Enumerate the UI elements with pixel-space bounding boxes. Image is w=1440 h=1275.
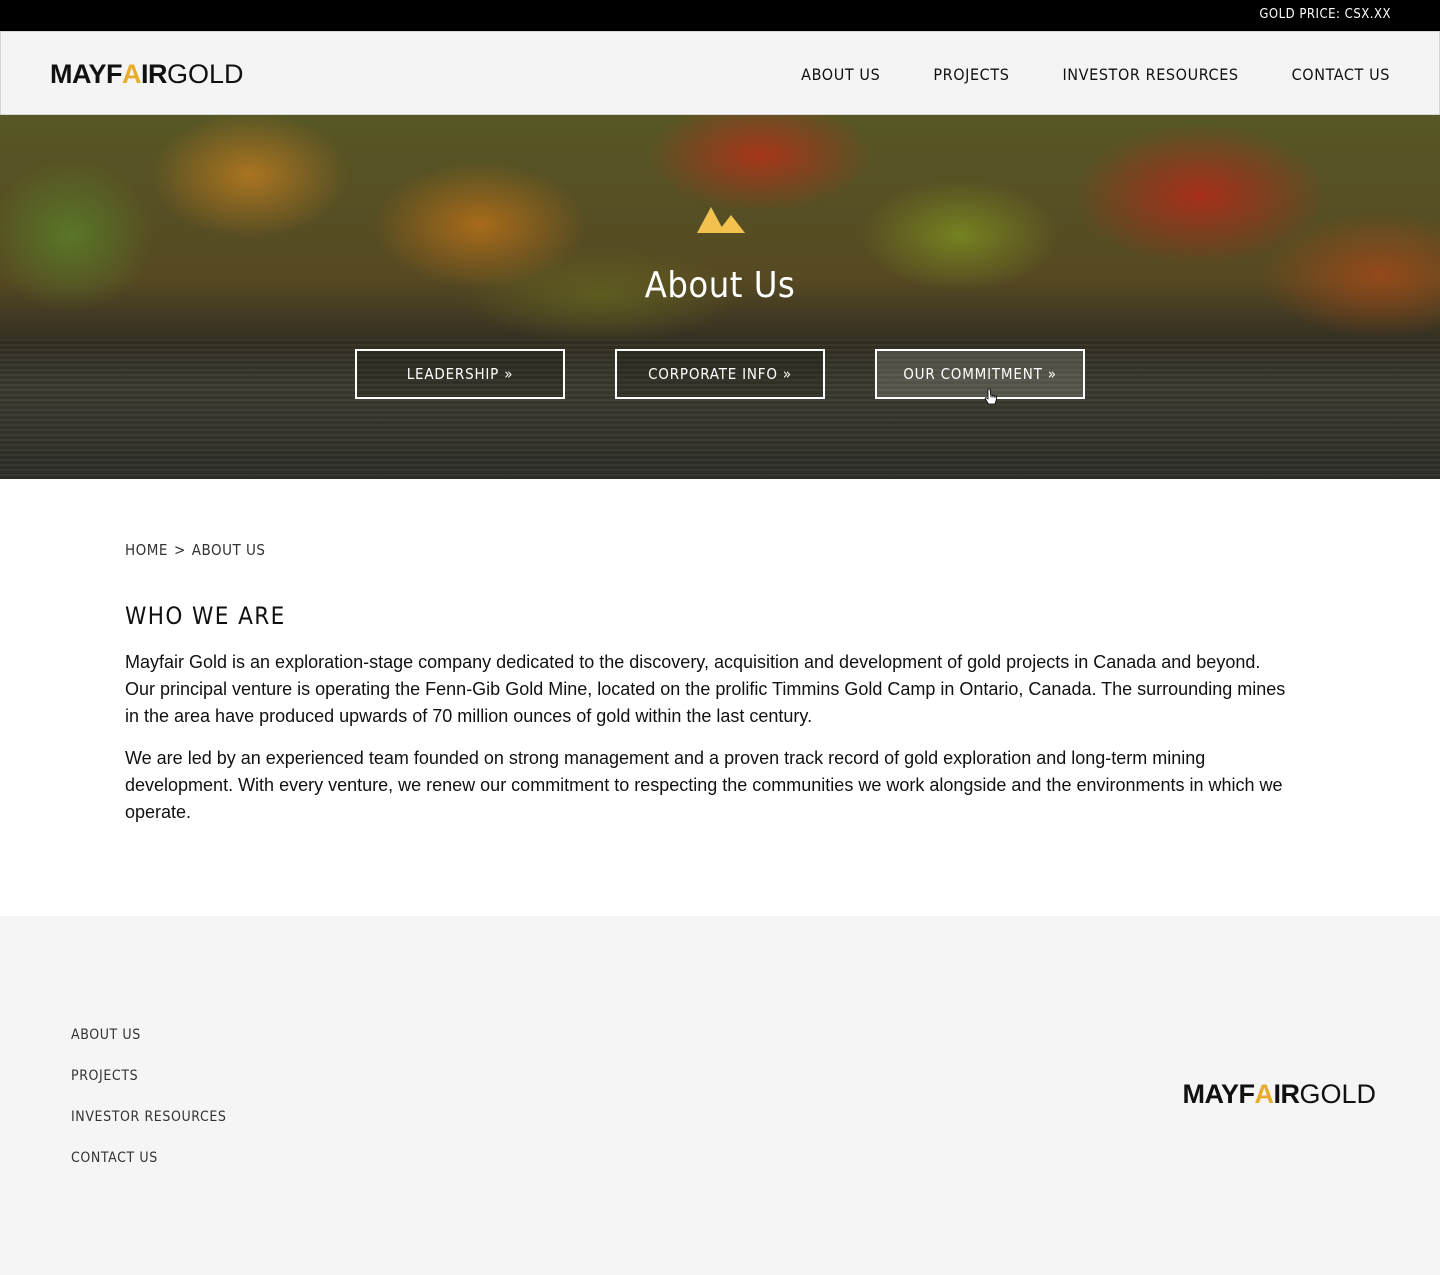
- footer-logo-text-accent: A: [1254, 1079, 1274, 1109]
- site-logo[interactable]: MAYF A IR GOLD: [50, 59, 244, 89]
- nav-projects[interactable]: PROJECTS: [933, 65, 1009, 84]
- logo-text-bold-end: IR: [141, 59, 168, 89]
- team-paragraph: We are led by an experienced team founde…: [125, 748, 1283, 822]
- footer-nav: ABOUT US PROJECTS INVESTOR RESOURCES CON…: [71, 1026, 227, 1167]
- nav-contact-us[interactable]: CONTACT US: [1292, 65, 1390, 84]
- nav-about-us[interactable]: ABOUT US: [801, 65, 880, 84]
- footer-nav-investor-resources[interactable]: INVESTOR RESOURCES: [71, 1108, 227, 1126]
- logo-text-bold: MAYF: [50, 59, 123, 89]
- who-we-are-heading: WHO WE ARE: [125, 602, 286, 630]
- pointer-cursor-icon: [984, 388, 997, 405]
- footer-logo-text-bold: MAYF: [1182, 1079, 1255, 1109]
- hero-banner: About Us LEADERSHIP » CORPORATE INFO » O…: [0, 115, 1440, 479]
- hero-title: About Us: [644, 265, 796, 306]
- breadcrumb-home[interactable]: HOME: [125, 541, 168, 559]
- breadcrumb: HOME > ABOUT US: [125, 541, 265, 559]
- our-commitment-button[interactable]: OUR COMMITMENT »: [875, 349, 1085, 399]
- site-header: MAYF A IR GOLD ABOUT US PROJECTS INVESTOR R…: [0, 31, 1440, 115]
- corporate-info-button[interactable]: CORPORATE INFO »: [615, 349, 825, 399]
- top-bar: GOLD PRICE: CSX.XX: [0, 0, 1440, 31]
- footer-nav-about-us[interactable]: ABOUT US: [71, 1026, 227, 1044]
- leadership-button[interactable]: LEADERSHIP »: [355, 349, 565, 399]
- footer-nav-projects[interactable]: PROJECTS: [71, 1067, 227, 1085]
- intro-paragraph: Mayfair Gold is an exploration-stage com…: [125, 652, 1286, 726]
- logo-text-accent: A: [122, 59, 142, 89]
- breadcrumb-current: ABOUT US: [191, 541, 266, 559]
- nav-investor-resources[interactable]: INVESTOR RESOURCES: [1062, 65, 1238, 84]
- footer-nav-contact-us[interactable]: CONTACT US: [71, 1149, 227, 1167]
- site-footer: ABOUT US PROJECTS INVESTOR RESOURCES CON…: [0, 916, 1440, 1275]
- footer-logo[interactable]: MAYF A IR GOLD: [1182, 1079, 1376, 1109]
- gold-price-ticker: GOLD PRICE: CSX.XX: [1259, 7, 1391, 22]
- footer-logo-text-light: GOLD: [1299, 1079, 1376, 1109]
- breadcrumb-separator: >: [173, 541, 186, 559]
- mountain-icon: [697, 207, 745, 233]
- footer-logo-text-bold-end: IR: [1273, 1079, 1300, 1109]
- logo-text-light: GOLD: [167, 59, 244, 89]
- main-nav: ABOUT US PROJECTS INVESTOR RESOURCES CON…: [801, 32, 1390, 116]
